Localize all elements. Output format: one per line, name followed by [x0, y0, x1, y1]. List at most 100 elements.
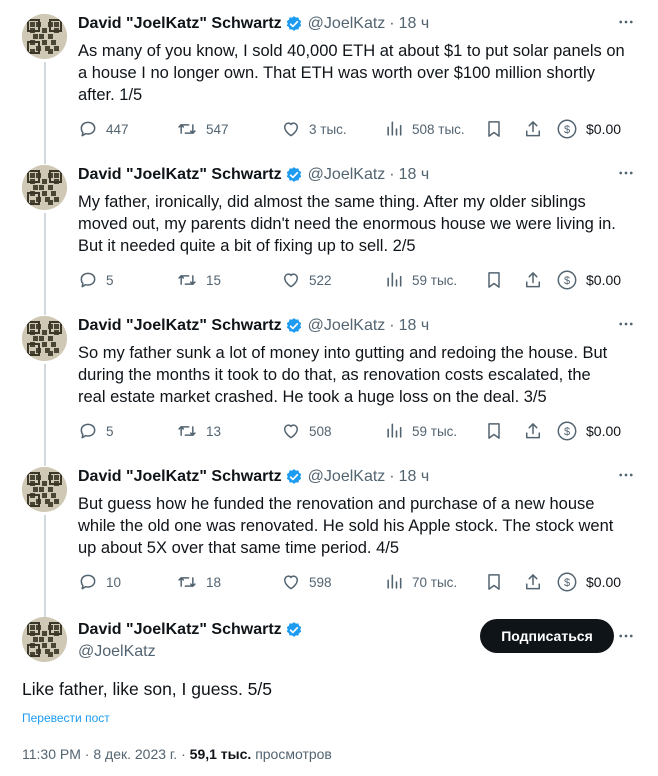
follow-button[interactable]: Подписаться: [480, 619, 614, 653]
retweet-count: 13: [206, 423, 222, 439]
like-count: 508: [309, 423, 332, 439]
bookmark-button[interactable]: [484, 269, 504, 291]
bookmark-button[interactable]: [484, 571, 504, 593]
retweet-button[interactable]: 15: [176, 269, 221, 291]
like-icon: [281, 572, 301, 592]
share-button[interactable]: [523, 269, 543, 291]
author-name[interactable]: David "JoelKatz" Schwartz: [78, 468, 282, 486]
tip-button[interactable]: $ $0.00: [556, 118, 621, 140]
tweet-actions: 5 13 508 59 тыс. $ $0.00: [78, 420, 638, 442]
author-handle[interactable]: @JoelKatz: [308, 317, 386, 335]
views-button[interactable]: 70 тыс.: [384, 571, 457, 593]
tip-dollar-icon: $: [556, 571, 578, 593]
avatar[interactable]: [22, 316, 67, 361]
share-button[interactable]: [523, 118, 543, 140]
views-button[interactable]: 59 тыс.: [384, 269, 457, 291]
tweet-date[interactable]: 8 дек. 2023 г.: [93, 746, 177, 762]
avatar[interactable]: [22, 14, 67, 59]
share-icon: [523, 421, 543, 441]
verified-badge-icon: [285, 15, 303, 33]
bookmark-icon: [484, 119, 504, 139]
retweet-button[interactable]: 13: [176, 420, 221, 442]
share-icon: [523, 119, 543, 139]
avatar[interactable]: [22, 467, 67, 512]
tip-dollar-icon: $: [556, 118, 578, 140]
separator-dot: ·: [389, 468, 395, 485]
bookmark-button[interactable]: [484, 420, 504, 442]
svg-text:$: $: [564, 124, 570, 136]
more-icon[interactable]: [616, 163, 636, 183]
thread-tweet[interactable]: David "JoelKatz" Schwartz @JoelKatz · 18…: [0, 453, 658, 604]
author-name[interactable]: David "JoelKatz" Schwartz: [78, 166, 282, 184]
like-count: 598: [309, 574, 332, 590]
retweet-icon: [176, 421, 198, 441]
separator-dot: ·: [84, 746, 90, 762]
tweet-time[interactable]: 11:30 PM: [22, 746, 81, 762]
reply-button[interactable]: 5: [78, 269, 114, 291]
tip-button[interactable]: $ $0.00: [556, 420, 621, 442]
reply-button[interactable]: 10: [78, 571, 121, 593]
tweet-text: But guess how he funded the renovation a…: [78, 495, 614, 557]
reply-icon: [78, 572, 98, 592]
separator-dot: ·: [389, 166, 395, 183]
reply-icon: [78, 270, 98, 290]
views-count: 70 тыс.: [412, 574, 458, 590]
author-name[interactable]: David "JoelKatz" Schwartz: [78, 621, 282, 639]
tweet-time[interactable]: 18 ч: [399, 317, 430, 335]
reply-button[interactable]: 447: [78, 118, 129, 140]
retweet-button[interactable]: 547: [176, 118, 229, 140]
more-icon[interactable]: [616, 465, 636, 485]
share-icon: [523, 270, 543, 290]
tweet-text: So my father sunk a lot of money into gu…: [78, 344, 608, 406]
translate-link[interactable]: Перевести пост: [22, 711, 110, 725]
avatar[interactable]: [22, 165, 67, 210]
views-label: просмотров: [255, 746, 332, 762]
like-button[interactable]: 3 тыс.: [281, 118, 347, 140]
author-handle[interactable]: @JoelKatz: [308, 15, 386, 33]
tweet-header: David "JoelKatz" Schwartz @JoelKatz · 18…: [78, 317, 429, 335]
retweet-icon: [176, 270, 198, 290]
more-icon[interactable]: [616, 12, 636, 32]
views-count: 59 тыс.: [412, 272, 458, 288]
share-button[interactable]: [523, 571, 543, 593]
tip-dollar-icon: $: [556, 420, 578, 442]
views-count: 59,1 тыс.: [189, 746, 252, 762]
like-count: 3 тыс.: [309, 121, 347, 137]
tweet-header: David "JoelKatz" Schwartz @JoelKatz · 18…: [78, 468, 429, 486]
tweet-time[interactable]: 18 ч: [399, 166, 430, 184]
more-icon[interactable]: [616, 314, 636, 334]
views-button[interactable]: 59 тыс.: [384, 420, 457, 442]
like-button[interactable]: 598: [281, 571, 332, 593]
tweet-meta: 11:30 PM · 8 дек. 2023 г. · 59,1 тыс. пр…: [22, 746, 332, 762]
avatar[interactable]: [22, 617, 67, 662]
share-button[interactable]: [523, 420, 543, 442]
tip-button[interactable]: $ $0.00: [556, 269, 621, 291]
tweet-time[interactable]: 18 ч: [399, 15, 430, 33]
thread-tweet[interactable]: David "JoelKatz" Schwartz @JoelKatz · 18…: [0, 302, 658, 453]
svg-text:$: $: [564, 275, 570, 287]
separator-dot: ·: [181, 746, 186, 762]
tip-amount: $0.00: [586, 272, 622, 288]
retweet-count: 547: [206, 121, 229, 137]
author-name[interactable]: David "JoelKatz" Schwartz: [78, 317, 282, 335]
retweet-button[interactable]: 18: [176, 571, 221, 593]
author-handle[interactable]: @JoelKatz: [308, 166, 386, 184]
author-handle[interactable]: @JoelKatz: [78, 643, 156, 661]
tweet-time[interactable]: 18 ч: [399, 468, 430, 486]
views-button[interactable]: 508 тыс.: [384, 118, 465, 140]
views-icon: [384, 119, 404, 139]
views-icon: [384, 270, 404, 290]
like-button[interactable]: 522: [281, 269, 332, 291]
more-icon[interactable]: [616, 626, 636, 646]
like-count: 522: [309, 272, 332, 288]
author-handle[interactable]: @JoelKatz: [308, 468, 386, 486]
tip-button[interactable]: $ $0.00: [556, 571, 621, 593]
like-button[interactable]: 508: [281, 420, 332, 442]
reply-count: 447: [106, 121, 129, 137]
thread-tweet[interactable]: David "JoelKatz" Schwartz @JoelKatz · 18…: [0, 0, 658, 151]
author-name[interactable]: David "JoelKatz" Schwartz: [78, 15, 282, 33]
like-icon: [281, 421, 301, 441]
reply-button[interactable]: 5: [78, 420, 114, 442]
bookmark-button[interactable]: [484, 118, 504, 140]
thread-tweet[interactable]: David "JoelKatz" Schwartz @JoelKatz · 18…: [0, 151, 658, 302]
